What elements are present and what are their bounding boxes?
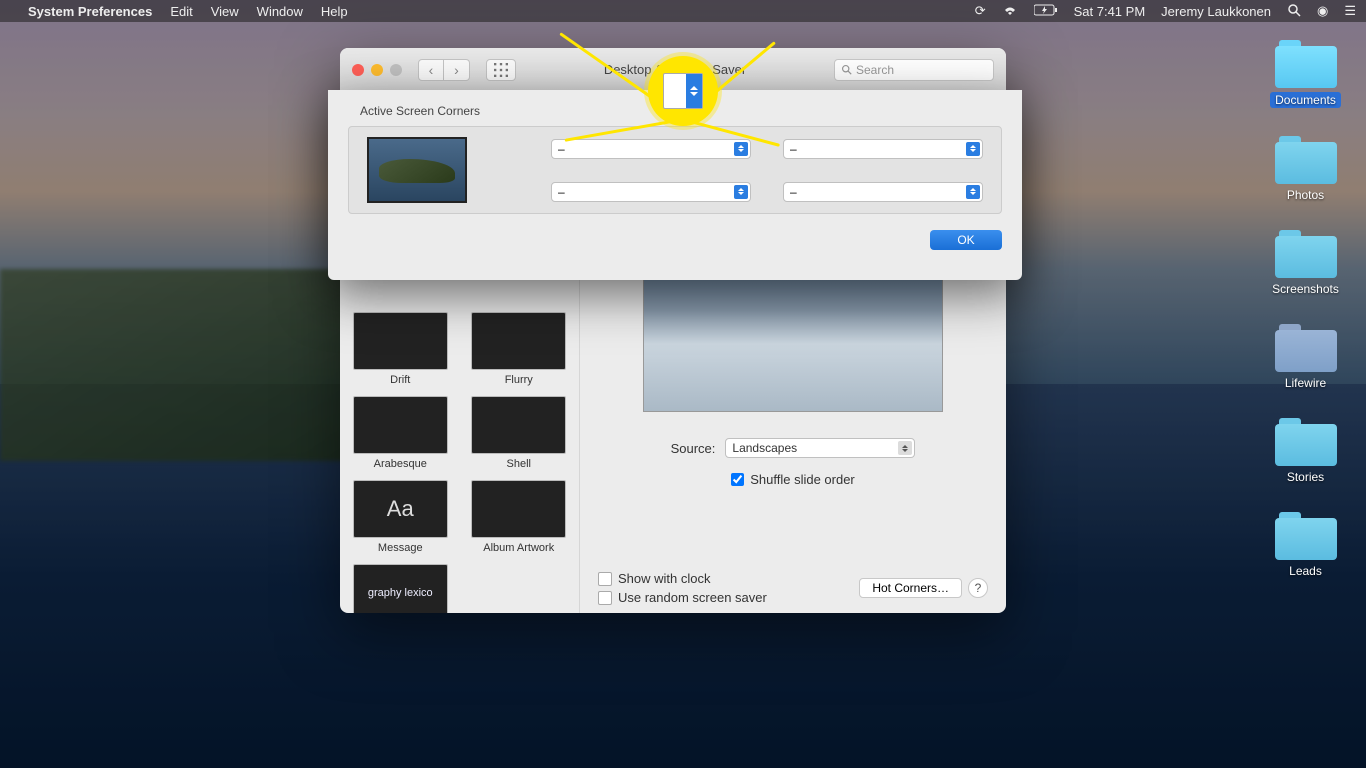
menu-window[interactable]: Window: [257, 4, 303, 19]
random-saver-label: Use random screen saver: [618, 590, 767, 605]
callout-highlight: [648, 56, 718, 126]
corner-bottom-right-select[interactable]: –: [783, 182, 983, 202]
folder-icon: [1275, 418, 1337, 466]
monitor-preview: [367, 137, 467, 203]
forward-button[interactable]: ›: [444, 59, 470, 81]
folder-lifewire[interactable]: Lifewire: [1263, 324, 1348, 390]
battery-icon[interactable]: [1034, 4, 1058, 19]
search-input[interactable]: Search: [834, 59, 994, 81]
saver-thumb: [353, 396, 448, 454]
folder-documents[interactable]: Documents: [1263, 40, 1348, 108]
search-placeholder: Search: [856, 63, 894, 77]
folder-photos[interactable]: Photos: [1263, 136, 1348, 202]
saver-word-of-the-day[interactable]: graphy lexicoWord of the Day: [353, 564, 448, 613]
dropdown-stepper-icon: [663, 73, 703, 109]
spotlight-icon[interactable]: [1287, 3, 1301, 20]
search-icon: [841, 64, 852, 75]
close-button[interactable]: [352, 64, 364, 76]
folder-icon: [1275, 136, 1337, 184]
zoom-button[interactable]: [390, 64, 402, 76]
folder-icon: [1275, 40, 1337, 88]
folder-screenshots[interactable]: Screenshots: [1263, 230, 1348, 296]
corner-bottom-left-select[interactable]: –: [551, 182, 751, 202]
saver-flurry[interactable]: Flurry: [471, 312, 566, 386]
folder-icon: [1275, 512, 1337, 560]
notification-center-icon[interactable]: ☰: [1344, 3, 1356, 19]
corner-top-left-select[interactable]: –: [551, 139, 751, 159]
source-label: Source:: [671, 441, 716, 456]
menubar-user[interactable]: Jeremy Laukkonen: [1161, 4, 1271, 19]
time-machine-icon[interactable]: ⟳: [975, 3, 986, 19]
saver-album-artwork[interactable]: Album Artwork: [471, 480, 566, 554]
menubar-clock[interactable]: Sat 7:41 PM: [1074, 4, 1146, 19]
folder-leads[interactable]: Leads: [1263, 512, 1348, 578]
chevron-updown-icon: [734, 142, 748, 156]
source-select[interactable]: Landscapes: [725, 438, 915, 458]
saver-thumb: [471, 480, 566, 538]
folder-label: Leads: [1289, 564, 1322, 578]
corner-grid: – – – –: [348, 126, 1002, 214]
saver-thumb: graphy lexico: [353, 564, 448, 613]
show-clock-label: Show with clock: [618, 571, 710, 586]
random-saver-checkbox[interactable]: [598, 591, 612, 605]
saver-shell[interactable]: Shell: [471, 396, 566, 470]
window-controls: [352, 64, 402, 76]
app-menu[interactable]: System Preferences: [28, 4, 152, 19]
menubar: System Preferences Edit View Window Help…: [0, 0, 1366, 22]
show-all-button[interactable]: [486, 59, 516, 81]
chevron-updown-icon: [898, 441, 912, 455]
wifi-icon[interactable]: [1002, 4, 1018, 19]
chevron-updown-icon: [734, 185, 748, 199]
folder-label: Photos: [1287, 188, 1324, 202]
saver-thumb: Aa: [353, 480, 448, 538]
menu-view[interactable]: View: [211, 4, 239, 19]
minimize-button[interactable]: [371, 64, 383, 76]
saver-thumb: [353, 312, 448, 370]
saver-drift[interactable]: Drift: [353, 312, 448, 386]
hot-corners-button[interactable]: Hot Corners…: [859, 578, 962, 598]
shuffle-checkbox[interactable]: [731, 473, 744, 486]
saver-thumb: [471, 312, 566, 370]
shuffle-label: Shuffle slide order: [750, 472, 855, 487]
menu-edit[interactable]: Edit: [170, 4, 192, 19]
back-button[interactable]: ‹: [418, 59, 444, 81]
ok-button[interactable]: OK: [930, 230, 1002, 250]
chevron-updown-icon: [966, 185, 980, 199]
help-button[interactable]: ?: [968, 578, 988, 598]
folder-stories[interactable]: Stories: [1263, 418, 1348, 484]
show-clock-checkbox[interactable]: [598, 572, 612, 586]
saver-arabesque[interactable]: Arabesque: [353, 396, 448, 470]
nav-buttons: ‹ ›: [418, 59, 470, 81]
saver-message[interactable]: AaMessage: [353, 480, 448, 554]
chevron-updown-icon: [966, 142, 980, 156]
grid-icon: [494, 63, 508, 77]
folder-label: Documents: [1270, 92, 1341, 108]
folder-label: Screenshots: [1272, 282, 1339, 296]
saver-thumb: [471, 396, 566, 454]
folder-icon: [1275, 230, 1337, 278]
corner-top-right-select[interactable]: –: [783, 139, 983, 159]
siri-icon[interactable]: ◉: [1317, 3, 1328, 19]
desktop-icons: Documents Photos Screenshots Lifewire St…: [1263, 40, 1348, 578]
folder-label: Lifewire: [1285, 376, 1326, 390]
folder-label: Stories: [1287, 470, 1324, 484]
folder-icon: [1275, 324, 1337, 372]
menu-help[interactable]: Help: [321, 4, 348, 19]
